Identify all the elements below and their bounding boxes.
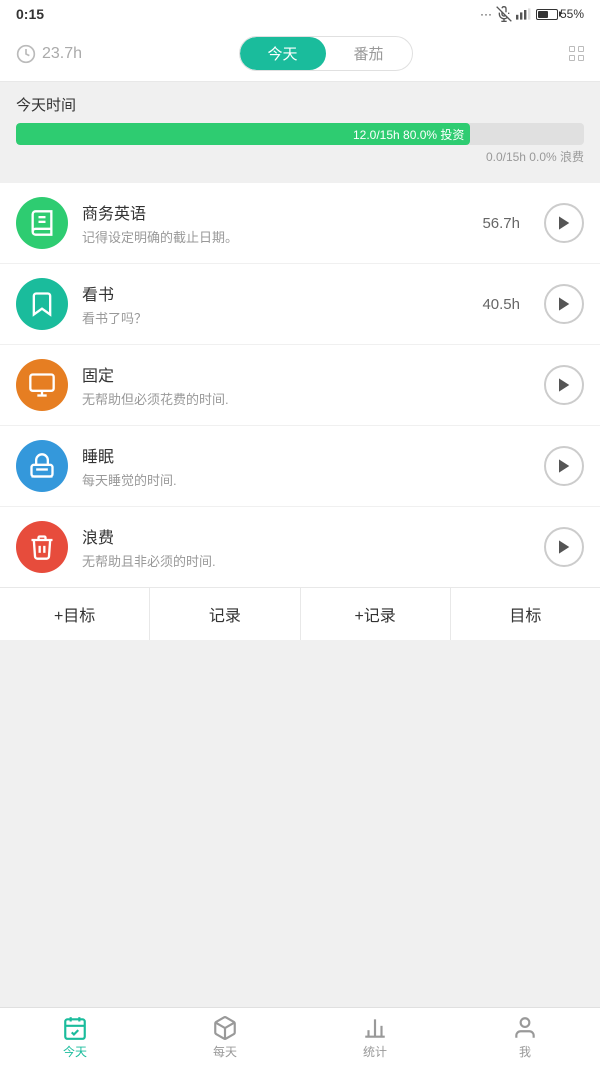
task-info-business-english: 商务英语 记得设定明确的截止日期。 (82, 200, 468, 246)
signal-icon (516, 7, 532, 21)
task-desc: 每天睡觉的时间. (82, 470, 506, 489)
play-icon (556, 377, 572, 393)
clock-icon (16, 44, 36, 64)
task-icon-reading (16, 278, 68, 330)
task-time: 40.5h (482, 296, 520, 313)
task-icon-waste (16, 521, 68, 573)
status-time: 0:15 (16, 6, 44, 22)
bottom-toolbar: +目标 记录 +记录 目标 (0, 587, 600, 640)
total-time-value: 23.7h (42, 45, 82, 63)
nav-label-today: 今天 (63, 1043, 87, 1060)
status-bar: 0:15 ··· 55% (0, 0, 600, 28)
task-icon-business-english (16, 197, 68, 249)
play-button[interactable] (544, 527, 584, 567)
nav-label-stats: 统计 (363, 1043, 387, 1060)
progress-bar-container: 12.0/15h 80.0% 投资 (16, 123, 584, 145)
play-button[interactable] (544, 203, 584, 243)
today-nav-icon (62, 1015, 88, 1041)
sleep-icon (28, 452, 56, 480)
task-list: 商务英语 记得设定明确的截止日期。 56.7h 看书 看书了吗？ 40.5h (0, 183, 600, 640)
task-info-reading: 看书 看书了吗？ (82, 281, 468, 327)
task-desc: 无帮助且非必须的时间. (82, 551, 506, 570)
task-item: 浪费 无帮助且非必须的时间. (0, 507, 600, 587)
task-info-sleep: 睡眠 每天睡觉的时间. (82, 443, 506, 489)
battery-indicator: 55% (536, 7, 584, 21)
goal-button[interactable]: 目标 (451, 588, 600, 640)
tab-group[interactable]: 今天 番茄 (239, 36, 413, 71)
play-button[interactable] (544, 284, 584, 324)
nav-bar: 今天 每天 统计 我 (0, 1007, 600, 1067)
task-desc: 看书了吗？ (82, 308, 468, 327)
nav-label-profile: 我 (519, 1043, 531, 1060)
progress-sub-label: 0.0/15h 0.0% 浪费 (16, 148, 584, 165)
battery-percent: 55% (560, 7, 584, 21)
status-icons: ··· 55% (480, 6, 584, 22)
nav-label-everyday: 每天 (213, 1043, 237, 1060)
nav-item-everyday[interactable]: 每天 (150, 1009, 300, 1066)
task-name: 浪费 (82, 524, 506, 548)
grid-view-icon[interactable] (569, 46, 584, 61)
task-item: 看书 看书了吗？ 40.5h (0, 264, 600, 345)
monitor-icon (28, 371, 56, 399)
task-desc: 无帮助但必须花费的时间. (82, 389, 506, 408)
tab-today[interactable]: 今天 (240, 37, 326, 70)
task-icon-sleep (16, 440, 68, 492)
task-name: 固定 (82, 362, 506, 386)
silent-icon (496, 6, 512, 22)
nav-item-profile[interactable]: 我 (450, 1009, 600, 1066)
play-icon (556, 458, 572, 474)
nav-item-today[interactable]: 今天 (0, 1009, 150, 1066)
play-icon (556, 296, 572, 312)
bookmark-icon (28, 290, 56, 318)
task-desc: 记得设定明确的截止日期。 (82, 227, 468, 246)
section-title: 今天时间 (0, 82, 600, 123)
task-item: 固定 无帮助但必须花费的时间. (0, 345, 600, 426)
play-icon (556, 539, 572, 555)
book-icon (28, 209, 56, 237)
task-time: 56.7h (482, 215, 520, 232)
task-name: 商务英语 (82, 200, 468, 224)
nav-item-stats[interactable]: 统计 (300, 1009, 450, 1066)
record-button[interactable]: 记录 (150, 588, 300, 640)
task-info-fixed: 固定 无帮助但必须花费的时间. (82, 362, 506, 408)
play-button[interactable] (544, 446, 584, 486)
everyday-nav-icon (212, 1015, 238, 1041)
task-name: 睡眠 (82, 443, 506, 467)
total-time-display: 23.7h (16, 44, 82, 64)
progress-label: 12.0/15h 80.0% 投资 (353, 126, 464, 143)
stats-nav-icon (362, 1015, 388, 1041)
add-record-button[interactable]: +记录 (301, 588, 451, 640)
task-item: 睡眠 每天睡觉的时间. (0, 426, 600, 507)
task-info-waste: 浪费 无帮助且非必须的时间. (82, 524, 506, 570)
add-goal-button[interactable]: +目标 (0, 588, 150, 640)
trash-icon (28, 533, 56, 561)
play-icon (556, 215, 572, 231)
play-button[interactable] (544, 365, 584, 405)
profile-nav-icon (512, 1015, 538, 1041)
progress-bar-fill: 12.0/15h 80.0% 投资 (16, 123, 470, 145)
task-name: 看书 (82, 281, 468, 305)
tab-tomato[interactable]: 番茄 (326, 37, 412, 70)
dots-icon: ··· (480, 7, 492, 21)
top-bar: 23.7h 今天 番茄 (0, 28, 600, 82)
task-item: 商务英语 记得设定明确的截止日期。 56.7h (0, 183, 600, 264)
progress-area: 12.0/15h 80.0% 投资 0.0/15h 0.0% 浪费 (0, 123, 600, 173)
task-icon-fixed (16, 359, 68, 411)
